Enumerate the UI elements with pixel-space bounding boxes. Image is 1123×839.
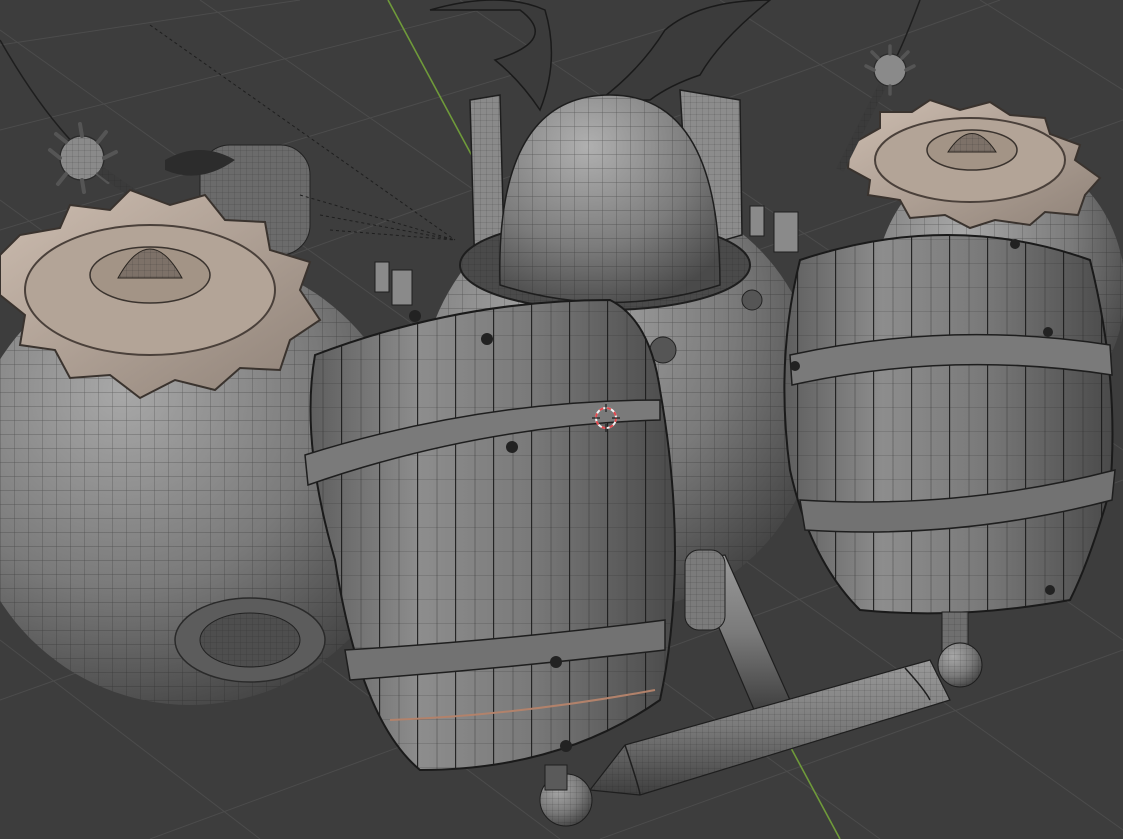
3d-viewport[interactable] [0,0,1123,839]
landing-joint-right[interactable] [937,642,983,688]
landing-joint-left[interactable] [539,764,593,827]
center-wing-sail[interactable] [429,0,772,112]
landing-strut-front[interactable] [684,549,791,713]
left-spiked-mine[interactable] [0,39,173,220]
front-barrel[interactable] [304,298,676,772]
right-gear[interactable] [846,98,1102,230]
right-barrel[interactable] [783,234,1116,615]
viewport-canvas[interactable] [0,0,1123,839]
